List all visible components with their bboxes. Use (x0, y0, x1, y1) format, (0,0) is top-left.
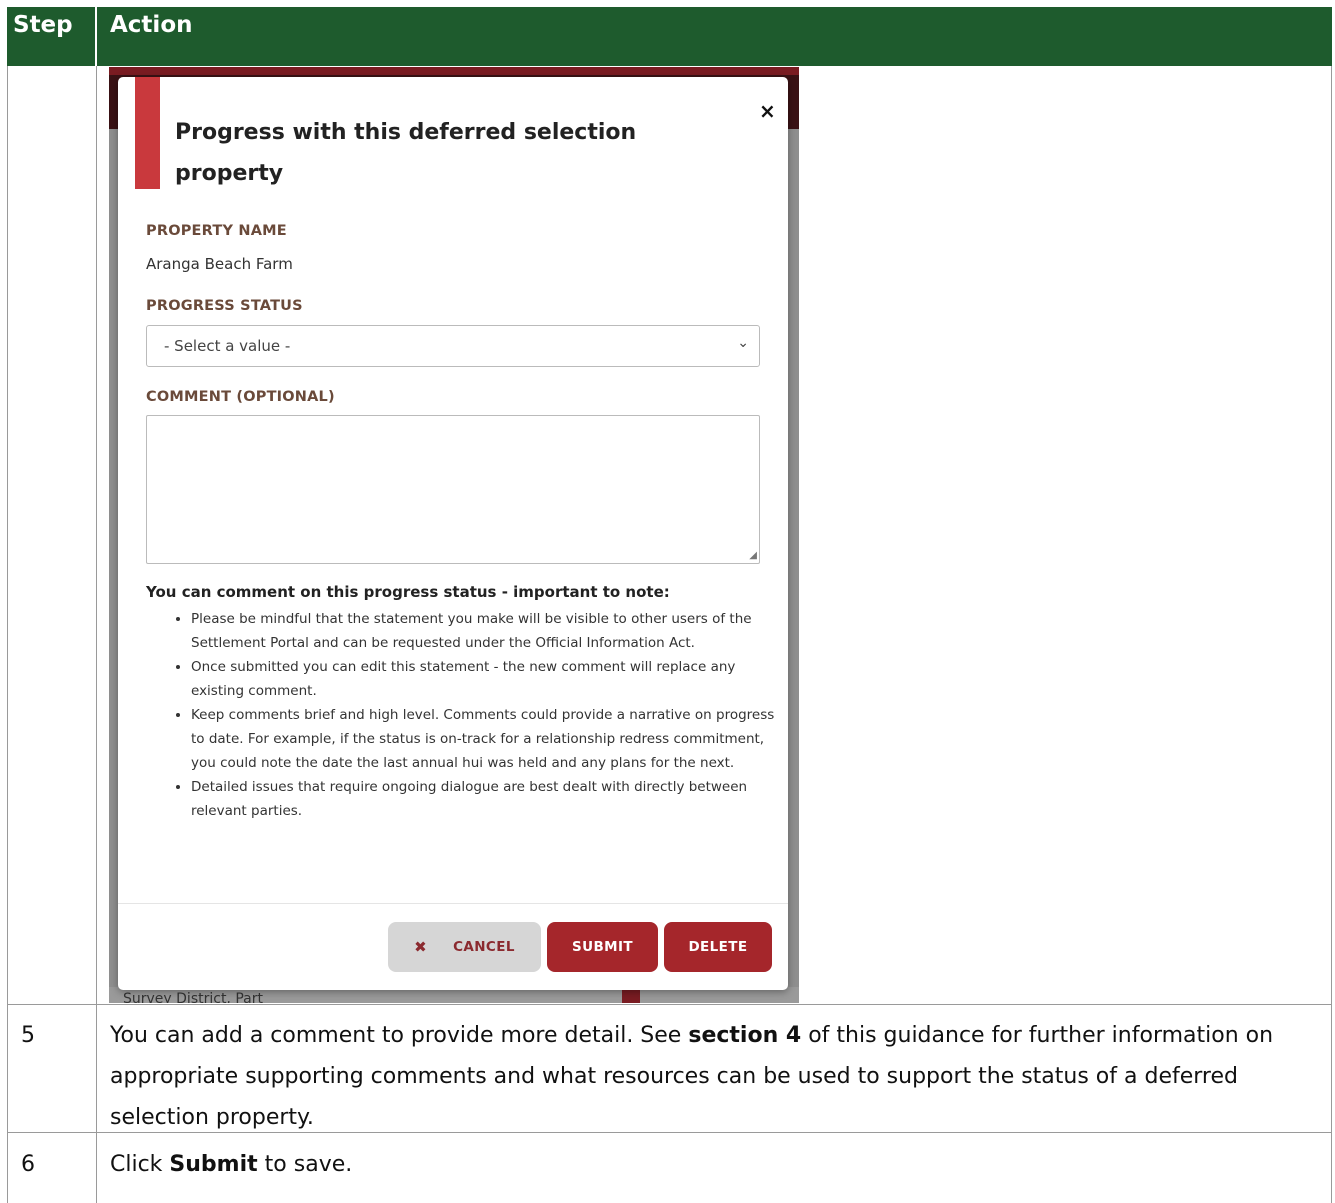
step-description: You can add a comment to provide more de… (110, 1015, 1310, 1138)
list-item: Detailed issues that require ongoing dia… (191, 775, 791, 823)
progress-status-label: PROGRESS STATUS (146, 298, 303, 314)
comment-label: COMMENT (OPTIONAL) (146, 389, 335, 405)
table-header (7, 7, 1332, 66)
column-divider (96, 66, 97, 1203)
submit-button[interactable]: SUBMIT (547, 922, 658, 972)
modal-accent-bar (135, 77, 160, 189)
cancel-label: CANCEL (453, 939, 515, 955)
close-icon: ✖ (414, 938, 428, 956)
row-divider (7, 1004, 1332, 1005)
footer-divider (118, 903, 788, 904)
property-name-label: PROPERTY NAME (146, 223, 287, 239)
backdrop-accent-bar (109, 67, 799, 75)
step-number: 5 (21, 1023, 35, 1048)
close-icon[interactable]: × (759, 99, 776, 123)
delete-button[interactable]: DELETE (664, 922, 772, 972)
step-number: 6 (21, 1152, 35, 1177)
list-item: Please be mindful that the statement you… (191, 607, 791, 655)
property-name-value: Aranga Beach Farm (146, 255, 293, 273)
modal-title: Progress with this deferred selection pr… (175, 120, 637, 186)
step-text-bold: section 4 (688, 1023, 802, 1048)
progress-modal: Progress with this deferred selection pr… (118, 77, 788, 990)
step-text-bold: Submit (169, 1152, 258, 1177)
comment-textarea[interactable]: ◢ (146, 415, 760, 564)
chevron-down-icon: ⌄ (737, 335, 749, 351)
step-text: Click (110, 1152, 170, 1177)
notes-list: Please be mindful that the statement you… (163, 607, 791, 823)
table-border-right (1331, 66, 1332, 1203)
backdrop-bottom-text: Survey District, Part (123, 991, 263, 1003)
header-action: Action (110, 12, 193, 38)
resize-handle-icon[interactable]: ◢ (749, 550, 757, 561)
step-text: to save. (257, 1152, 353, 1177)
progress-status-select[interactable]: - Select a value - ⌄ (146, 325, 760, 367)
note-title: You can comment on this progress status … (146, 583, 670, 601)
step-description: Click Submit to save. (110, 1144, 1310, 1185)
list-item: Once submitted you can edit this stateme… (191, 655, 791, 703)
step-text: You can add a comment to provide more de… (110, 1023, 689, 1048)
list-item: Keep comments brief and high level. Comm… (191, 703, 791, 775)
select-placeholder: - Select a value - (164, 337, 291, 355)
table-border-left (7, 66, 8, 1203)
cancel-button[interactable]: ✖ CANCEL (388, 922, 541, 972)
header-divider (95, 7, 97, 66)
header-step: Step (13, 12, 73, 38)
